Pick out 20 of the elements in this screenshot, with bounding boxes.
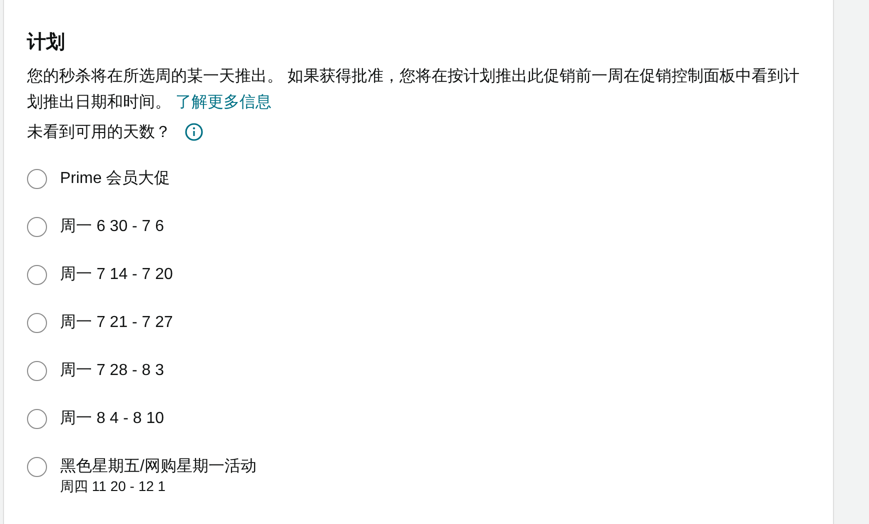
option-label[interactable]: 周一 7 14 - 7 20	[60, 264, 173, 286]
radio-button[interactable]	[27, 361, 47, 381]
radio-button[interactable]	[27, 409, 47, 429]
learn-more-link[interactable]: 了解更多信息	[175, 94, 272, 111]
radio-button[interactable]	[27, 265, 47, 285]
description-text: 您的秒杀将在所选周的某一天推出。 如果获得批准，您将在按计划推出此促销前一周在促销控制面板中看到计划推出日期和时间。 了解更多信息	[27, 66, 800, 113]
radio-button[interactable]	[27, 313, 47, 333]
radio-button[interactable]	[27, 457, 47, 477]
hint-text: 未看到可用的天数？	[27, 122, 171, 142]
radio-button[interactable]	[27, 217, 47, 237]
info-icon[interactable]	[185, 123, 203, 141]
section-title: 计划	[27, 31, 65, 55]
option-label[interactable]: Prime 会员大促	[60, 168, 170, 190]
option-label[interactable]: 周一 6 30 - 7 6	[60, 216, 164, 238]
option-label[interactable]: 周一 7 21 - 7 27	[60, 312, 173, 334]
radio-button[interactable]	[27, 169, 47, 189]
option-label[interactable]: 周一 7 28 - 8 3	[60, 360, 164, 382]
date-range: 周四 11 20 - 12 1	[60, 478, 167, 494]
option-label[interactable]: 黑色星期五/网购星期一活动	[60, 456, 256, 478]
option-label[interactable]: 周一 8 4 - 8 10	[60, 408, 164, 430]
